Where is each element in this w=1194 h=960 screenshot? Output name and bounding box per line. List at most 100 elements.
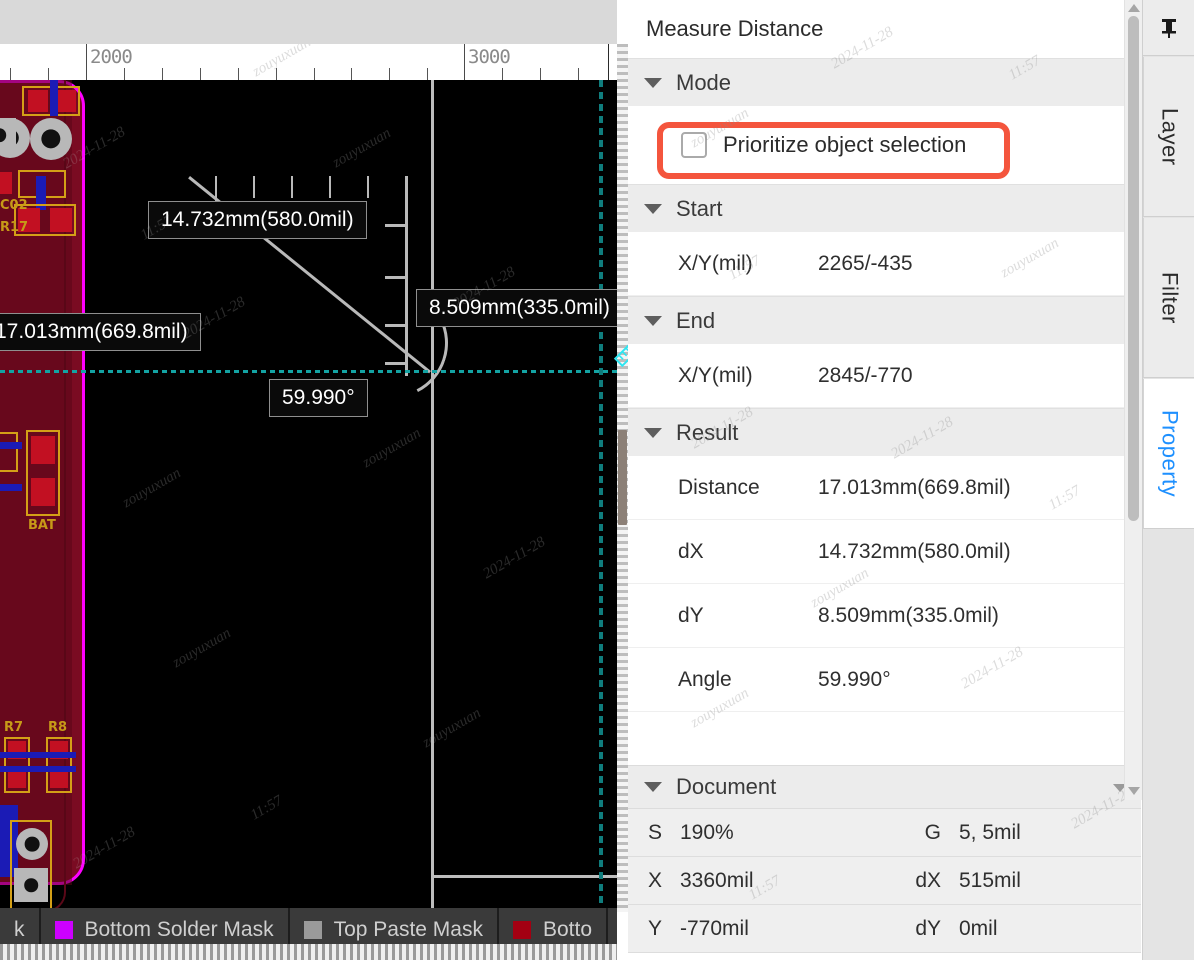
doc-key-dy: dY — [895, 917, 941, 941]
pcb-pad — [28, 90, 48, 112]
watermark: zouyuxuan — [170, 625, 234, 672]
pcb-canvas-area[interactable]: 2000 3000 zouyuxuan — [0, 0, 617, 960]
result-angle-value: 59.990° — [818, 668, 891, 692]
result-dx-row: dX 14.732mm(580.0mil) — [628, 520, 1141, 584]
ruler-minor-tick — [48, 68, 49, 80]
chevron-down-icon[interactable] — [644, 782, 662, 792]
mode-checkbox-row[interactable]: Prioritize object selection — [628, 106, 1141, 184]
pcb-pad-square — [0, 118, 16, 152]
panel-title: Measure Distance — [628, 0, 1141, 58]
ruler-minor-tick — [540, 68, 541, 80]
document-row-x: X 3360mil dX 515mil — [628, 857, 1141, 905]
pcb-viewport[interactable]: C02 R17 BAT R7 R8 — [0, 80, 617, 908]
doc-key-dx: dX — [895, 869, 941, 893]
measure-label-distance: 17.013mm(669.8mil) — [0, 313, 201, 351]
pcb-trace — [0, 752, 76, 758]
horizontal-ruler[interactable]: 2000 3000 zouyuxuan — [0, 44, 617, 80]
watermark: 2024-11-28 — [480, 534, 548, 583]
section-header-start[interactable]: Start — [628, 184, 1141, 232]
start-xy-key: X/Y(mil) — [628, 252, 818, 276]
section-header-mode[interactable]: Mode — [628, 58, 1141, 106]
panel-scrollbar-thumb[interactable] — [1128, 16, 1139, 521]
doc-value-dy: 0mil — [959, 917, 998, 941]
ruler-major-tick — [86, 44, 87, 80]
ruler-tick-label-2000: 2000 — [90, 46, 132, 68]
property-panel: Measure Distance Mode Prioritize object … — [628, 0, 1141, 960]
ruler-minor-tick — [10, 68, 11, 80]
pcb-trace — [0, 766, 76, 772]
doc-key-s: S — [628, 821, 662, 845]
ruler-minor-tick — [427, 68, 428, 80]
layer-chip-label: Top Paste Mask — [334, 918, 483, 942]
pcb-silk-label-r8: R8 — [48, 720, 67, 735]
pcb-pad-outline — [0, 432, 18, 472]
ruler-minor-tick — [502, 68, 503, 80]
result-dx-value: 14.732mm(580.0mil) — [818, 540, 1011, 564]
layer-color-swatch — [304, 921, 322, 939]
ruler-major-tick — [608, 44, 609, 80]
ruler-tick-label-3000: 3000 — [468, 46, 510, 68]
end-xy-row: X/Y(mil) 2845/-770 — [628, 344, 1141, 408]
section-header-document[interactable]: Document — [628, 765, 1141, 809]
pcb-trace — [0, 484, 22, 491]
layer-chip-label: k — [14, 918, 25, 942]
pcb-silk-label-r7: R7 — [4, 720, 23, 735]
pcb-pad — [0, 172, 12, 194]
result-dy-key: dY — [628, 604, 818, 628]
chevron-down-icon[interactable] — [644, 428, 662, 438]
pcb-via — [30, 118, 72, 160]
scroll-up-arrow-icon[interactable] — [1128, 4, 1140, 12]
sidebar-tab-layer[interactable]: Layer — [1143, 57, 1194, 217]
board-outline-vertical — [431, 80, 434, 908]
section-label-end: End — [676, 308, 715, 334]
ruler-minor-tick — [276, 68, 277, 80]
measure-tick — [329, 176, 331, 198]
ruler-minor-tick — [389, 68, 390, 80]
measure-tick — [367, 176, 369, 198]
section-header-end[interactable]: End — [628, 296, 1141, 344]
section-header-result[interactable]: Result — [628, 408, 1141, 456]
sidebar-tab-layer-label: Layer — [1157, 108, 1183, 166]
pcb-trace — [0, 442, 22, 449]
chevron-down-icon[interactable] — [644, 78, 662, 88]
doc-key-y: Y — [628, 917, 662, 941]
scroll-down-arrow-icon[interactable] — [1128, 787, 1140, 795]
layer-color-swatch — [513, 921, 531, 939]
pcb-silk-label: BAT — [28, 518, 56, 533]
watermark: zouyuxuan — [420, 705, 484, 752]
layer-chip-label: Botto — [543, 918, 592, 942]
result-angle-row: Angle 59.990° — [628, 648, 1141, 712]
end-xy-value: 2845/-770 — [818, 364, 913, 388]
watermark: zouyuxuan — [330, 125, 394, 172]
ruler-minor-tick — [351, 68, 352, 80]
result-distance-row: Distance 17.013mm(669.8mil) — [628, 456, 1141, 520]
chevron-down-icon[interactable] — [644, 204, 662, 214]
watermark: zouyuxuan — [250, 44, 314, 80]
measure-label-dy: 8.509mm(335.0mil) — [416, 289, 617, 327]
section-label-start: Start — [676, 196, 722, 222]
pcb-pad — [31, 478, 55, 506]
pcb-pad-square — [14, 868, 48, 902]
start-xy-row: X/Y(mil) 2265/-435 — [628, 232, 1141, 296]
result-distance-value: 17.013mm(669.8mil) — [818, 476, 1011, 500]
result-angle-key: Angle — [628, 668, 818, 692]
pcb-pad — [50, 770, 68, 788]
measure-tick — [385, 276, 407, 279]
chevron-down-icon[interactable] — [644, 316, 662, 326]
canvas-scrollbar-thumb[interactable] — [618, 430, 627, 525]
sidebar-tab-filter[interactable]: Filter — [1143, 218, 1194, 378]
board-outline-horizontal — [431, 875, 617, 878]
doc-value-dx: 515mil — [959, 869, 1021, 893]
sidebar-tab-property[interactable]: Property — [1143, 379, 1194, 529]
doc-value-s: 190% — [680, 821, 895, 845]
panel-scrollbar[interactable] — [1124, 0, 1142, 800]
watermark: 11:57 — [248, 793, 286, 825]
start-xy-value: 2265/-435 — [818, 252, 913, 276]
ruler-minor-tick — [200, 68, 201, 80]
sidebar-tab-filter-label: Filter — [1157, 272, 1183, 324]
document-section: Document S 190% G 5, 5mil X 3360mil dX 5… — [628, 765, 1141, 953]
pcb-trace — [50, 80, 58, 116]
highlight-annotation-box — [657, 122, 1010, 179]
pin-panel-button[interactable] — [1143, 0, 1194, 56]
pcb-via — [16, 828, 48, 860]
